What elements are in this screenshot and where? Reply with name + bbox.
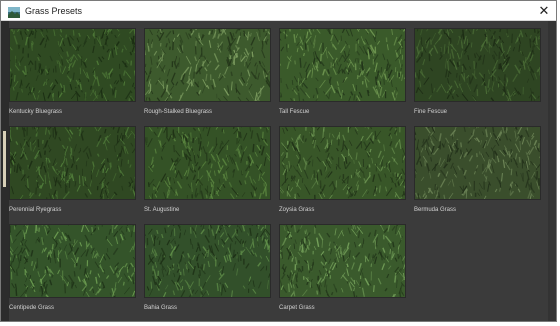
close-button[interactable]: ✕ xyxy=(536,2,552,19)
preset-label: Bahia Grass xyxy=(144,305,178,311)
preset-label: Tall Fescue xyxy=(279,109,310,115)
window-title: Grass Presets xyxy=(25,6,83,16)
preset-label: Centipede Grass xyxy=(9,305,55,311)
preset-tile[interactable]: Carpet Grass xyxy=(279,224,406,314)
preset-tile[interactable]: Fine Fescue xyxy=(414,28,541,118)
preset-tile[interactable]: Bahia Grass xyxy=(144,224,271,314)
landscape-icon xyxy=(8,5,20,18)
grass-swatch-image[interactable] xyxy=(414,28,541,102)
preset-label: Bermuda Grass xyxy=(414,207,457,213)
preset-tile[interactable]: Kentucky Bluegrass xyxy=(9,28,136,118)
presets-panel: Kentucky Bluegrass Rough-Stalked Bluegras… xyxy=(1,21,556,321)
grass-swatch-image[interactable] xyxy=(9,28,136,102)
grass-swatch-image[interactable] xyxy=(144,126,271,200)
grass-swatch-image[interactable] xyxy=(144,224,271,298)
grass-swatch-image[interactable] xyxy=(279,224,406,298)
grass-swatch-image[interactable] xyxy=(414,126,541,200)
preset-label: Zoysia Grass xyxy=(279,207,315,213)
resize-handle[interactable] xyxy=(3,131,6,187)
left-border xyxy=(1,21,9,321)
title-bar[interactable]: Grass Presets ✕ xyxy=(1,1,556,21)
preset-tile[interactable]: Bermuda Grass xyxy=(414,126,541,216)
preset-label: Fine Fescue xyxy=(414,109,448,115)
preset-label: Perennial Ryegrass xyxy=(9,207,62,213)
preset-label: Carpet Grass xyxy=(279,305,315,311)
preset-tile[interactable]: Tall Fescue xyxy=(279,28,406,118)
grass-swatch-image[interactable] xyxy=(9,126,136,200)
grass-swatch-image[interactable] xyxy=(9,224,136,298)
preset-tile[interactable]: Perennial Ryegrass xyxy=(9,126,136,216)
preset-tile[interactable]: Centipede Grass xyxy=(9,224,136,314)
grass-presets-dialog: Grass Presets ✕ Kentucky Bluegrass Rough-… xyxy=(0,0,557,322)
preset-label: St. Augustine xyxy=(144,207,180,213)
grass-swatch-image[interactable] xyxy=(279,126,406,200)
preset-label: Rough-Stalked Bluegrass xyxy=(144,109,213,115)
grass-swatch-image[interactable] xyxy=(279,28,406,102)
preset-tile[interactable]: Rough-Stalked Bluegrass xyxy=(144,28,271,118)
scrollbar-track[interactable] xyxy=(548,21,556,321)
preset-tile[interactable]: St. Augustine xyxy=(144,126,271,216)
grass-swatch-image[interactable] xyxy=(144,28,271,102)
preset-label: Kentucky Bluegrass xyxy=(9,109,63,115)
preset-tile[interactable]: Zoysia Grass xyxy=(279,126,406,216)
